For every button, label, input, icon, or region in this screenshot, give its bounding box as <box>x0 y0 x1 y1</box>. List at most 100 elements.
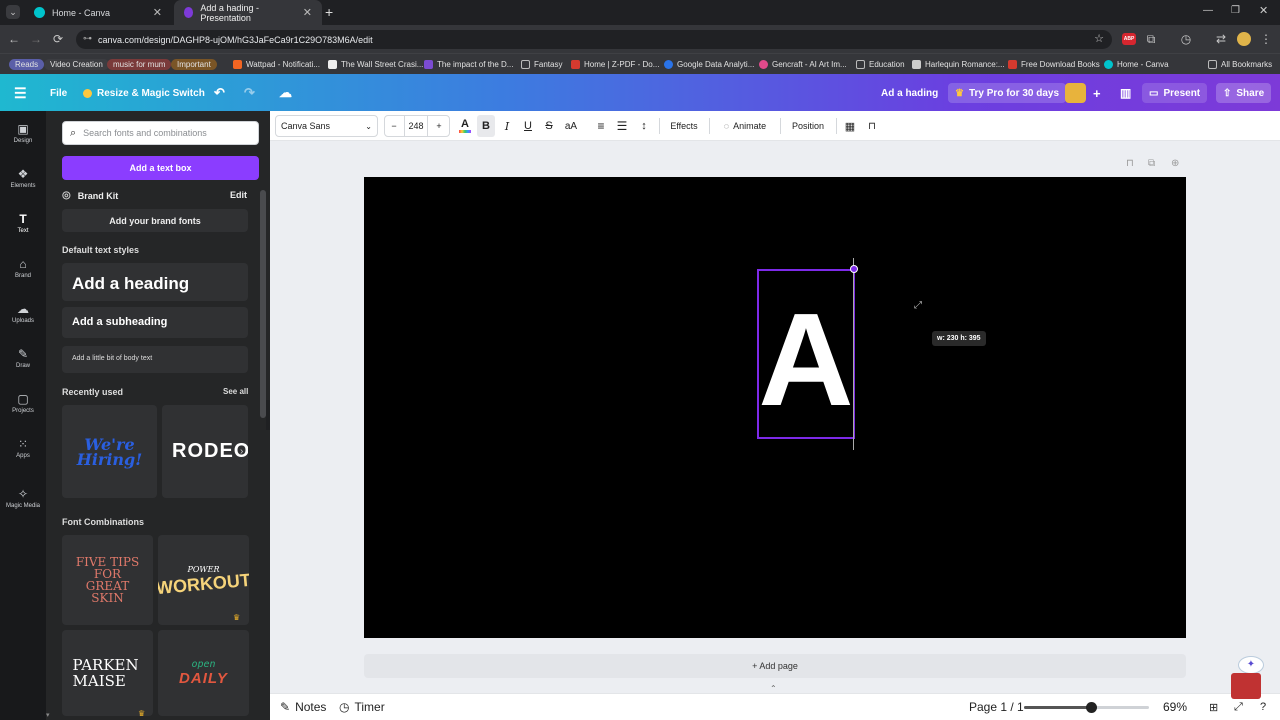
zoom-slider-thumb[interactable] <box>1086 702 1098 713</box>
tab-search-button[interactable]: ⌄ <box>6 5 20 19</box>
combo-five-tips[interactable]: FIVE TIPS FOR GREAT SKIN <box>62 535 153 625</box>
zoom-slider[interactable] <box>1024 702 1149 713</box>
close-tab-icon[interactable]: ✕ <box>303 6 312 19</box>
font-size-increase-button[interactable]: + <box>430 115 448 137</box>
strikethrough-icon[interactable]: S <box>540 115 558 137</box>
history-icon[interactable]: ◷ <box>1177 29 1195 49</box>
bookmark-video-creation[interactable]: Video Creation <box>40 57 113 72</box>
file-menu-button[interactable]: File <box>43 83 74 103</box>
close-tab-icon[interactable]: ✕ <box>153 6 162 19</box>
bookmark-star-icon[interactable]: ☆ <box>1094 32 1104 45</box>
rail-draw[interactable]: ✎ Draw <box>0 336 46 380</box>
reload-icon[interactable]: ⟳ <box>49 29 67 49</box>
see-all-link[interactable]: See all <box>223 387 248 396</box>
resize-handle[interactable] <box>850 265 858 273</box>
recent-font-were-hiring[interactable]: We're Hiring! <box>62 405 157 498</box>
rail-elements[interactable]: ❖ Elements <box>0 156 46 200</box>
italic-icon[interactable]: I <box>498 115 516 137</box>
duplicate-page-icon[interactable]: ⧉ <box>1148 158 1155 169</box>
all-bookmarks[interactable]: All Bookmarks <box>1204 57 1276 72</box>
adblock-extension-icon[interactable]: ABP <box>1122 33 1136 45</box>
share-button[interactable]: ⇧ Share <box>1216 83 1272 103</box>
bookmark-music-for-mum[interactable]: music for mum <box>103 57 175 72</box>
bookmark-wall-street[interactable]: The Wall Street Crasi... <box>324 57 427 72</box>
heading-letter[interactable]: A <box>756 294 856 426</box>
site-info-icon[interactable]: ⊶ <box>83 33 92 44</box>
scroll-down-icon[interactable]: ▾ <box>46 711 50 719</box>
help-icon[interactable]: ? <box>1260 699 1266 715</box>
minimize-window-icon[interactable]: — <box>1203 5 1213 16</box>
user-avatar[interactable] <box>1065 83 1086 103</box>
resize-magic-switch-button[interactable]: Resize & Magic Switch <box>76 83 212 103</box>
main-menu-icon[interactable]: ☰ <box>10 83 31 103</box>
grid-view-icon[interactable]: ⊞ <box>1209 699 1218 715</box>
align-center-icon[interactable]: ≡ <box>591 115 611 137</box>
restore-window-icon[interactable]: ❐ <box>1231 5 1240 16</box>
extensions-icon[interactable]: ⧉ <box>1142 29 1160 49</box>
try-pro-button[interactable]: ♛ Try Pro for 30 days <box>948 83 1067 103</box>
back-arrow-icon[interactable]: ← <box>5 29 23 49</box>
bookmark-zpdf[interactable]: Home | Z-PDF - Do... <box>567 57 663 72</box>
rail-uploads[interactable]: ☁ Uploads <box>0 291 46 335</box>
timer-button[interactable]: ◷ Timer <box>339 699 385 715</box>
add-heading-style[interactable]: Add a heading <box>62 263 248 301</box>
document-title[interactable]: Ad a hading <box>874 83 945 103</box>
present-button[interactable]: ▭ Present <box>1142 83 1208 103</box>
fullscreen-icon[interactable]: ⤢ <box>1234 699 1243 715</box>
combo-parken-maise[interactable]: PARKEN MAISE <box>62 630 153 716</box>
bookmark-harlequin[interactable]: Harlequin Romance:... <box>908 57 1009 72</box>
rail-brand[interactable]: ⌂ Brand <box>0 246 46 290</box>
brand-kit-edit-link[interactable]: Edit <box>230 190 247 200</box>
lock-page-icon[interactable]: ⊓ <box>1126 158 1134 169</box>
profile-avatar[interactable] <box>1237 32 1251 46</box>
page-indicator[interactable]: Page 1 / 1 <box>969 699 1024 715</box>
bookmark-impact[interactable]: The impact of the D... <box>420 57 517 72</box>
tab-home-canva[interactable]: Home - Canva ✕ <box>24 0 172 25</box>
add-collaborator-icon[interactable]: + <box>1086 83 1108 103</box>
add-brand-fonts-button[interactable]: Add your brand fonts <box>62 209 248 232</box>
bookmark-google-data[interactable]: Google Data Analyti... <box>660 57 758 72</box>
font-size-input[interactable]: 248 <box>404 115 428 137</box>
bookmark-fantasy[interactable]: Fantasy <box>517 57 566 72</box>
font-search-input[interactable]: ⌕ Search fonts and combinations <box>62 121 259 145</box>
rail-magic-media[interactable]: ✧ Magic Media <box>0 476 46 520</box>
animate-button[interactable]: ◌ Animate <box>716 115 774 137</box>
new-tab-button[interactable]: + <box>325 4 333 20</box>
font-family-select[interactable]: Canva Sans ⌄ <box>275 115 378 137</box>
list-icon[interactable]: ☰ <box>612 115 632 137</box>
spacing-icon[interactable]: ↕ <box>634 115 654 137</box>
notes-button[interactable]: ✎ Notes <box>280 699 326 715</box>
browser-menu-icon[interactable]: ⋮ <box>1257 29 1275 49</box>
rail-text[interactable]: T Text <box>0 201 46 245</box>
panel-scrollbar[interactable] <box>260 190 266 418</box>
bookmark-free-books[interactable]: Free Download Books <box>1004 57 1104 72</box>
floating-widget[interactable] <box>1231 673 1261 699</box>
add-page-icon[interactable]: ⊕ <box>1171 158 1179 169</box>
carousel-next-icon[interactable]: › <box>240 446 243 457</box>
text-color-button[interactable]: A <box>456 115 474 137</box>
zoom-level[interactable]: 69% <box>1163 699 1187 715</box>
combo-open-daily[interactable]: open DAILY <box>158 630 249 716</box>
bold-icon[interactable]: B <box>477 115 495 137</box>
add-subheading-style[interactable]: Add a subheading <box>62 307 248 338</box>
close-window-icon[interactable]: ✕ <box>1259 4 1268 17</box>
tab-presentation[interactable]: Add a hading - Presentation ✕ <box>174 0 322 25</box>
magic-assistant-icon[interactable]: ✦ <box>1238 656 1264 674</box>
bookmark-gencraft[interactable]: Gencraft - AI Art Im... <box>755 57 851 72</box>
tab-groups-icon[interactable]: ⇄ <box>1212 29 1230 49</box>
rail-apps[interactable]: ⁙ Apps <box>0 426 46 470</box>
expand-pages-icon[interactable]: ⌃ <box>770 684 777 693</box>
redo-icon[interactable]: ↷ <box>237 83 262 103</box>
rail-projects[interactable]: ▢ Projects <box>0 381 46 425</box>
add-body-text-style[interactable]: Add a little bit of body text <box>62 346 248 373</box>
bookmark-important[interactable]: Important <box>167 57 221 72</box>
add-text-box-button[interactable]: Add a text box <box>62 156 259 180</box>
address-bar[interactable]: ⊶ canva.com/design/DAGHP8-ujOM/hG3JaFeCa… <box>76 30 1112 49</box>
position-button[interactable]: Position <box>786 115 830 137</box>
combo-power-workout[interactable]: POWER WORKOUT <box>158 535 249 625</box>
bookmark-home-canva[interactable]: Home - Canva <box>1100 57 1173 72</box>
add-page-button[interactable]: + Add page <box>364 654 1186 678</box>
analytics-icon[interactable]: ▥ <box>1113 83 1138 103</box>
undo-icon[interactable]: ↶ <box>207 83 232 103</box>
rail-design[interactable]: ▣ Design <box>0 111 46 155</box>
